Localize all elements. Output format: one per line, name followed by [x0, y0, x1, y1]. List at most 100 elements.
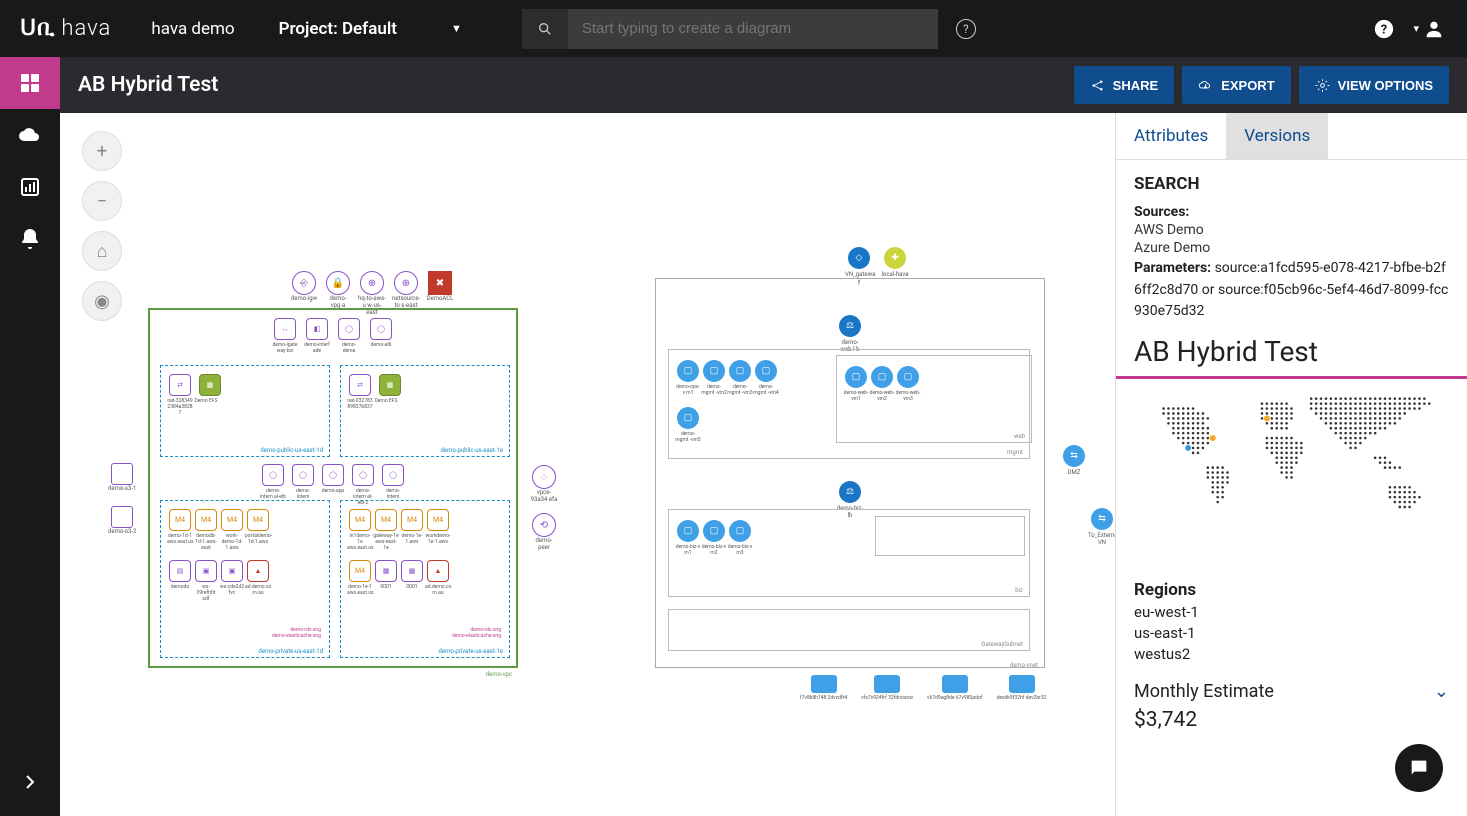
source-item: Azure Demo	[1134, 240, 1449, 256]
account-dropdown[interactable]: ▾	[1413, 18, 1445, 40]
nsg-icon[interactable]: ⇆	[1063, 445, 1085, 467]
source-item: AWS Demo	[1134, 222, 1449, 238]
web-subnet[interactable]: ▢▢▢ demo-web-vm1demo-web-vm2demo-web-vm3…	[836, 355, 1032, 443]
ec2-icon[interactable]: M4	[221, 509, 243, 531]
ec2-icon[interactable]: M4	[401, 509, 423, 531]
vm-icon[interactable]: ▢	[677, 407, 699, 429]
vm-icon[interactable]: ▢	[677, 520, 699, 542]
vm-icon[interactable]: ▢	[703, 360, 725, 382]
directory-icon[interactable]: ▲	[247, 560, 269, 582]
vm-icon[interactable]: ▢	[755, 360, 777, 382]
disk-icon[interactable]	[811, 675, 837, 693]
world-map[interactable]	[1116, 376, 1467, 566]
ec2-icon[interactable]: M4	[169, 509, 191, 531]
workspace-icon[interactable]: ▣	[221, 560, 243, 582]
brand-logo[interactable]: ᑌቢ hava	[0, 16, 131, 41]
elb-icon[interactable]: ◯	[352, 464, 374, 486]
disk-icon[interactable]	[942, 675, 968, 693]
nav-alerts[interactable]	[0, 213, 60, 265]
nav-reports[interactable]	[0, 161, 60, 213]
disk-icon[interactable]	[1009, 675, 1035, 693]
export-button[interactable]: EXPORT	[1182, 66, 1290, 104]
vm-icon[interactable]: ▢	[897, 366, 919, 388]
elb-icon[interactable]: ◯	[338, 318, 360, 340]
tenant-name[interactable]: hava demo	[131, 19, 254, 39]
share-button[interactable]: SHARE	[1074, 66, 1175, 104]
vpc-endpoint-icon[interactable]: ◌	[532, 465, 556, 489]
chevron-right-icon	[18, 770, 42, 794]
public-subnet-1e[interactable]: ⇄ ▦ nat-032783 89837b837Demo EFS demo-pu…	[340, 365, 510, 457]
monthly-estimate-toggle[interactable]: Monthly Estimate ⌄	[1134, 681, 1449, 702]
private-subnet-1e[interactable]: M4M4M4M4 in1demo-1e aws.east.usgateway-1…	[340, 500, 510, 658]
elb-icon[interactable]: ◯	[262, 464, 284, 486]
tab-attributes[interactable]: Attributes	[1116, 113, 1226, 159]
disk-icon[interactable]	[874, 675, 900, 693]
vpn-gateway-icon[interactable]: 🔒	[326, 271, 350, 295]
cache-icon[interactable]: ▦	[401, 560, 423, 582]
web-lb[interactable]: ⚖demo-web-l b	[836, 313, 864, 353]
elb-icon[interactable]: ◯	[382, 464, 404, 486]
vm-icon[interactable]: ▢	[729, 360, 751, 382]
chat-icon	[1408, 757, 1430, 779]
search-help-icon[interactable]: ?	[956, 19, 976, 39]
chevron-down-icon: ▾	[1413, 22, 1419, 35]
vm-icon[interactable]: ▢	[703, 520, 725, 542]
search-input[interactable]	[568, 9, 938, 49]
aws-vpc[interactable]: ↔demo-igate way-bci ◧demo-interf ade ◯de…	[148, 308, 518, 668]
vm-icon[interactable]: ▢	[729, 520, 751, 542]
private-subnet-1d[interactable]: M4M4M4M4 demo-1d-1 aws.east.usdemodb-1d-…	[160, 500, 330, 658]
chat-launcher[interactable]	[1395, 744, 1443, 792]
nav-sources[interactable]	[0, 109, 60, 161]
region-pin-eu-west-1[interactable]	[1264, 415, 1270, 421]
gateway-subnet[interactable]: GatewaySubnet	[668, 609, 1030, 651]
eni-icon[interactable]: ◧	[306, 318, 328, 340]
search-button[interactable]	[522, 9, 568, 49]
s3-bucket-icon[interactable]	[111, 506, 133, 528]
vm-icon[interactable]: ▢	[845, 366, 867, 388]
nat-icon[interactable]: ⇄	[169, 374, 191, 396]
rds-icon[interactable]: ▤	[169, 560, 191, 582]
directory-icon[interactable]: ▲	[427, 560, 449, 582]
ec2-icon[interactable]: M4	[195, 509, 217, 531]
alb-icon[interactable]: ◯	[370, 318, 392, 340]
region-pin-westus2[interactable]	[1185, 445, 1191, 451]
nav-diagrams[interactable]	[0, 57, 60, 109]
ec2-icon[interactable]: M4	[375, 509, 397, 531]
brand-mark-icon: ᑌቢ	[20, 16, 55, 41]
biz-empty-sg[interactable]	[875, 516, 1025, 556]
efs-icon[interactable]: ▦	[379, 374, 401, 396]
vnet-gateway-icon[interactable]: ◇	[848, 247, 870, 269]
s3-bucket-icon[interactable]	[111, 463, 133, 485]
region-pin-us-east-1[interactable]	[1210, 435, 1216, 441]
elb-icon[interactable]: ◯	[292, 464, 314, 486]
region-item: westus2	[1134, 645, 1449, 663]
customer-gateway-icon[interactable]: ⊕	[394, 271, 418, 295]
nacl-icon[interactable]: ✖	[428, 271, 452, 295]
elb-icon[interactable]: ◯	[322, 464, 344, 486]
vm-icon[interactable]: ▢	[677, 360, 699, 382]
ec2-icon[interactable]: M4	[247, 509, 269, 531]
public-subnet-1d[interactable]: ⇄ ▦ nat-328349 2384a3828 7Demo EFS demo-…	[160, 365, 330, 457]
nsg-icon[interactable]: ⇆	[1091, 508, 1113, 530]
help-icon[interactable]: ?	[1373, 18, 1395, 40]
azure-vnet[interactable]: ⚖demo-web-l b ▢▢▢▢ demo-ops-v m1demo-mgm…	[655, 278, 1045, 668]
internet-gateway-icon[interactable]: ⎆	[292, 271, 316, 295]
workspace-icon[interactable]: ▣	[195, 560, 217, 582]
view-options-button[interactable]: VIEW OPTIONS	[1299, 66, 1449, 104]
project-selector[interactable]: Project: Default ▼	[255, 19, 486, 39]
diagram-canvas[interactable]: + − ⌂ ◉ ⎆demo-igw 🔒demo-vpg-a ⊕hq-to-aws…	[60, 113, 1115, 816]
nat-gateway-icon[interactable]: ↔	[274, 318, 296, 340]
tab-versions[interactable]: Versions	[1226, 113, 1328, 159]
ec2-icon[interactable]: M4	[349, 560, 371, 582]
efs-icon[interactable]: ▦	[199, 374, 221, 396]
local-network-icon[interactable]: ✚	[884, 247, 906, 269]
customer-gateway-icon[interactable]: ⊕	[360, 271, 384, 295]
biz-subnet[interactable]: ▢▢▢ demo-biz-v m1demo-biz-v m2demo-biz-v…	[668, 509, 1030, 597]
peering-icon[interactable]: ⟲	[532, 513, 556, 537]
ec2-icon[interactable]: M4	[349, 509, 371, 531]
cache-icon[interactable]: ▦	[375, 560, 397, 582]
nat-icon[interactable]: ⇄	[349, 374, 371, 396]
ec2-icon[interactable]: M4	[427, 509, 449, 531]
vm-icon[interactable]: ▢	[871, 366, 893, 388]
nav-collapse[interactable]	[0, 756, 60, 808]
